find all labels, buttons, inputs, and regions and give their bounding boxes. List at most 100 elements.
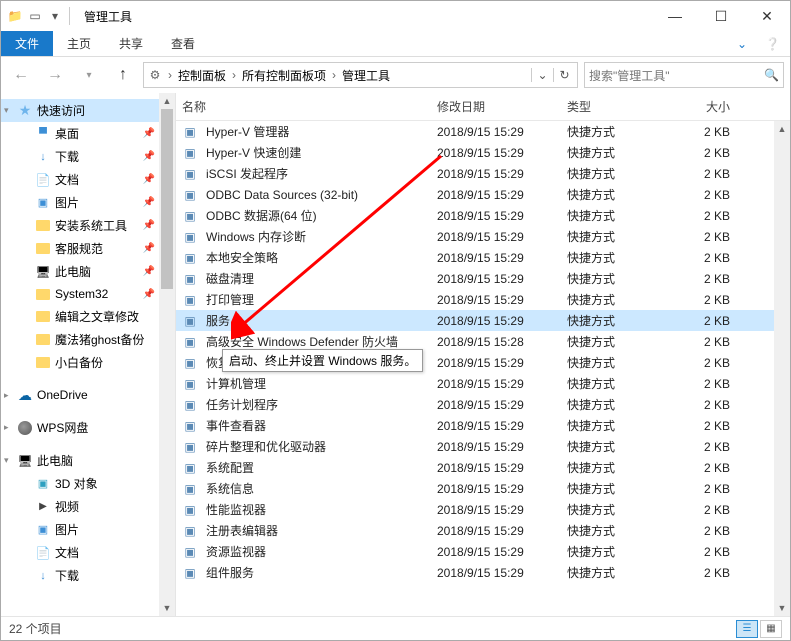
sidebar-item[interactable]: 桌面📌 <box>1 122 175 145</box>
file-type: 快捷方式 <box>561 522 676 539</box>
sidebar-item[interactable]: System32📌 <box>1 283 175 305</box>
chevron-right-icon[interactable]: › <box>166 68 174 82</box>
file-size: 2 KB <box>676 482 736 496</box>
chevron-right-icon[interactable]: › <box>330 68 338 82</box>
sidebar-item[interactable]: 下载 <box>1 564 175 587</box>
file-row[interactable]: ODBC Data Sources (32-bit)2018/9/15 15:2… <box>176 184 790 205</box>
breadcrumb[interactable]: ⚙ › 控制面板 › 所有控制面板项 › 管理工具 ⌄ ↻ <box>143 62 578 88</box>
search-icon[interactable]: 🔍 <box>764 68 779 82</box>
col-type[interactable]: 类型 <box>561 98 676 115</box>
onedrive-header[interactable]: ▸ OneDrive <box>1 384 175 406</box>
file-row[interactable]: Hyper-V 快速创建2018/9/15 15:29快捷方式2 KB <box>176 142 790 163</box>
sidebar-item[interactable]: 图片 <box>1 518 175 541</box>
close-button[interactable]: ✕ <box>744 1 790 31</box>
details-view-button[interactable]: ☰ <box>736 620 758 638</box>
quick-access-header[interactable]: ▾ 快速访问 <box>1 99 175 122</box>
file-row[interactable]: 磁盘清理2018/9/15 15:29快捷方式2 KB <box>176 268 790 289</box>
sidebar-item[interactable]: 此电脑📌 <box>1 260 175 283</box>
file-row[interactable]: 事件查看器2018/9/15 15:29快捷方式2 KB <box>176 415 790 436</box>
scroll-up-icon[interactable]: ▲ <box>774 121 790 137</box>
file-row[interactable]: 计算机管理2018/9/15 15:29快捷方式2 KB <box>176 373 790 394</box>
file-row[interactable]: ODBC 数据源(64 位)2018/9/15 15:29快捷方式2 KB <box>176 205 790 226</box>
this-pc-header[interactable]: ▾ 此电脑 <box>1 449 175 472</box>
sidebar-item[interactable]: 编辑之文章修改 <box>1 305 175 328</box>
properties-icon[interactable]: ▭ <box>27 8 43 24</box>
qat-dropdown-icon[interactable]: ▾ <box>47 8 63 24</box>
file-row[interactable]: 碎片整理和优化驱动器2018/9/15 15:29快捷方式2 KB <box>176 436 790 457</box>
sidebar-item[interactable]: 客服规范📌 <box>1 237 175 260</box>
sidebar-item[interactable]: 文档📌 <box>1 168 175 191</box>
file-size: 2 KB <box>676 461 736 475</box>
file-row[interactable]: iSCSI 发起程序2018/9/15 15:29快捷方式2 KB <box>176 163 790 184</box>
file-row[interactable]: 打印管理2018/9/15 15:29快捷方式2 KB <box>176 289 790 310</box>
shortcut-icon <box>182 502 198 518</box>
back-button[interactable]: ← <box>7 63 35 87</box>
pin-icon: 📌 <box>143 243 155 254</box>
scroll-down-icon[interactable]: ▼ <box>774 600 790 616</box>
icons-view-button[interactable]: ▦ <box>760 620 782 638</box>
help-icon[interactable]: ❔ <box>755 31 790 56</box>
ribbon-expand-icon[interactable]: ⌄ <box>729 31 755 56</box>
chevron-right-icon[interactable]: ▸ <box>4 390 9 401</box>
file-row[interactable]: 性能监视器2018/9/15 15:29快捷方式2 KB <box>176 499 790 520</box>
col-date[interactable]: 修改日期 <box>431 98 561 115</box>
file-row[interactable]: 任务计划程序2018/9/15 15:29快捷方式2 KB <box>176 394 790 415</box>
nav-scrollbar[interactable]: ▲ ▼ <box>159 93 175 616</box>
file-tab[interactable]: 文件 <box>1 31 53 56</box>
file-row[interactable]: 系统信息2018/9/15 15:29快捷方式2 KB <box>176 478 790 499</box>
tab-share[interactable]: 共享 <box>105 31 157 56</box>
sidebar-item[interactable]: 文档 <box>1 541 175 564</box>
file-row[interactable]: 本地安全策略2018/9/15 15:29快捷方式2 KB <box>176 247 790 268</box>
chevron-right-icon[interactable]: ▸ <box>4 422 9 433</box>
sidebar-item[interactable]: 下载📌 <box>1 145 175 168</box>
file-row[interactable]: 注册表编辑器2018/9/15 15:29快捷方式2 KB <box>176 520 790 541</box>
wps-header[interactable]: ▸ WPS网盘 <box>1 416 175 439</box>
search-input[interactable]: 搜索"管理工具" 🔍 <box>584 62 784 88</box>
sidebar-item[interactable]: 图片📌 <box>1 191 175 214</box>
sidebar-item[interactable]: 安装系统工具📌 <box>1 214 175 237</box>
folder-icon <box>35 172 51 188</box>
forward-button[interactable]: → <box>41 63 69 87</box>
search-placeholder: 搜索"管理工具" <box>589 67 670 84</box>
file-row[interactable]: 资源监视器2018/9/15 15:29快捷方式2 KB <box>176 541 790 562</box>
file-size: 2 KB <box>676 356 736 370</box>
refresh-button[interactable]: ↻ <box>553 68 575 82</box>
file-row[interactable]: 服务2018/9/15 15:29快捷方式2 KB <box>176 310 790 331</box>
history-dropdown[interactable]: ▾ <box>75 63 103 87</box>
file-size: 2 KB <box>676 272 736 286</box>
status-bar: 22 个项目 ☰ ▦ <box>1 616 790 640</box>
file-row[interactable]: Windows 内存诊断2018/9/15 15:29快捷方式2 KB <box>176 226 790 247</box>
col-name[interactable]: 名称 <box>176 98 431 115</box>
sidebar-item[interactable]: 3D 对象 <box>1 472 175 495</box>
sidebar-item[interactable]: 视频 <box>1 495 175 518</box>
sidebar-item[interactable]: 魔法猪ghost备份 <box>1 328 175 351</box>
file-name: 任务计划程序 <box>206 396 278 413</box>
sidebar-item[interactable]: 小白备份 <box>1 351 175 374</box>
chevron-down-icon[interactable]: ▾ <box>4 455 9 466</box>
file-size: 2 KB <box>676 188 736 202</box>
folder-icon <box>35 218 51 234</box>
maximize-button[interactable]: ☐ <box>698 1 744 31</box>
scroll-up-icon[interactable]: ▲ <box>159 93 175 109</box>
breadcrumb-seg[interactable]: 所有控制面板项 <box>240 67 328 84</box>
file-type: 快捷方式 <box>561 291 676 308</box>
chevron-right-icon[interactable]: › <box>230 68 238 82</box>
file-row[interactable]: 组件服务2018/9/15 15:29快捷方式2 KB <box>176 562 790 583</box>
breadcrumb-seg[interactable]: 控制面板 <box>176 67 228 84</box>
up-button[interactable]: ↑ <box>109 63 137 87</box>
tab-home[interactable]: 主页 <box>53 31 105 56</box>
file-type: 快捷方式 <box>561 354 676 371</box>
address-dropdown[interactable]: ⌄ <box>531 68 553 82</box>
minimize-button[interactable]: — <box>652 1 698 31</box>
scroll-thumb[interactable] <box>161 109 173 289</box>
scroll-down-icon[interactable]: ▼ <box>159 600 175 616</box>
folder-icon <box>35 545 51 561</box>
content-scrollbar[interactable]: ▲ ▼ <box>774 121 790 616</box>
col-size[interactable]: 大小 <box>676 98 736 115</box>
chevron-down-icon[interactable]: ▾ <box>4 105 9 116</box>
file-size: 2 KB <box>676 251 736 265</box>
tab-view[interactable]: 查看 <box>157 31 209 56</box>
file-row[interactable]: 系统配置2018/9/15 15:29快捷方式2 KB <box>176 457 790 478</box>
file-row[interactable]: Hyper-V 管理器2018/9/15 15:29快捷方式2 KB <box>176 121 790 142</box>
breadcrumb-seg[interactable]: 管理工具 <box>340 67 392 84</box>
